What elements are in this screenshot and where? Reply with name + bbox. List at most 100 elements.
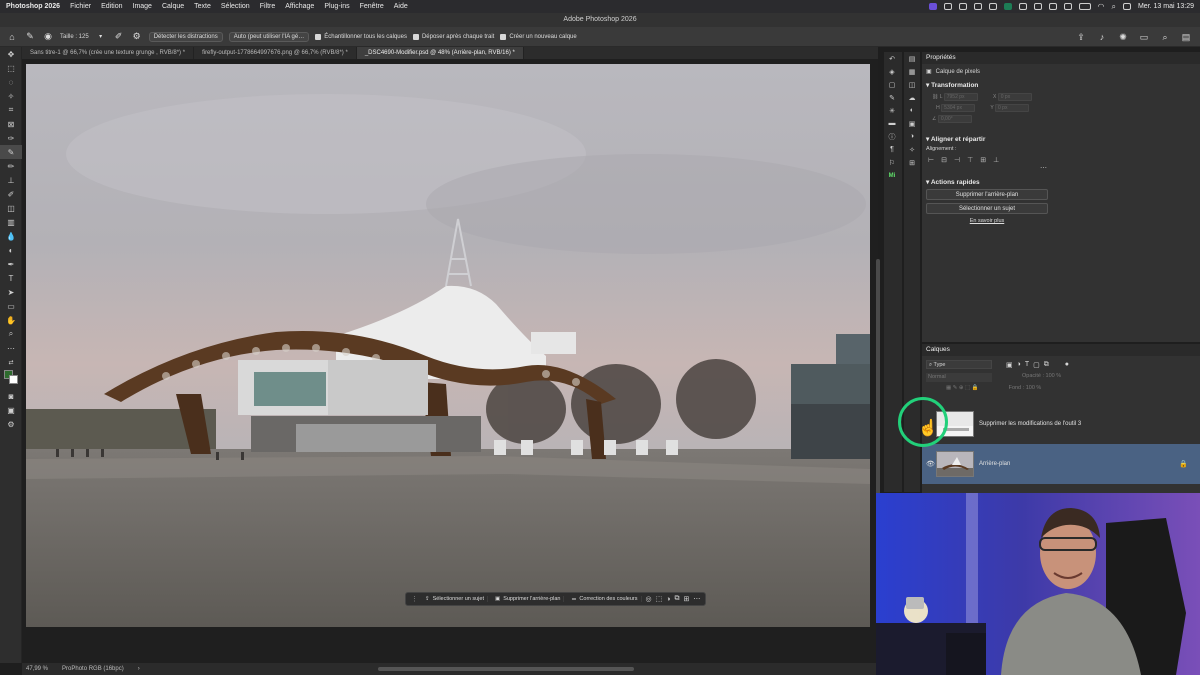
share-icon[interactable]: ⇪ xyxy=(1075,31,1087,43)
layer-name[interactable]: Supprimer les modifications de l'outil 3 xyxy=(979,421,1081,427)
layer-filter-select[interactable]: ⌕ Type xyxy=(926,360,992,369)
status-battery-icon[interactable] xyxy=(1078,3,1091,10)
status-search-icon[interactable]: ⌕ xyxy=(1111,2,1115,12)
adjustments-icon[interactable]: ◑ xyxy=(904,130,920,143)
channels-icon[interactable]: ▦ xyxy=(904,65,920,78)
select-subject-button[interactable]: ⇪ Sélectionner un sujet xyxy=(422,596,488,602)
status-bag-icon[interactable] xyxy=(988,3,997,10)
mask-icon[interactable]: ⬚ xyxy=(656,595,663,603)
menu-view[interactable]: Affichage xyxy=(285,3,314,10)
layer-icon[interactable]: ⧉ xyxy=(674,595,679,603)
gradient-tool-icon[interactable]: ▥ xyxy=(0,215,22,229)
align-top-icon[interactable]: ⊤ xyxy=(967,156,973,164)
document-image[interactable] xyxy=(26,64,870,627)
remove-tool-icon[interactable]: ✎ xyxy=(0,145,22,159)
dodge-tool-icon[interactable]: ◐ xyxy=(0,243,22,257)
tab-document-2[interactable]: firefly-output-1778664997676.png @ 66,7%… xyxy=(194,47,357,59)
chevron-down-icon[interactable]: ▾ xyxy=(95,31,107,43)
deposit-after-stroke-checkbox[interactable]: Déposer après chaque trait xyxy=(412,33,494,40)
quick-actions-section-title[interactable]: ▾ Actions rapides xyxy=(922,178,1200,186)
filter-smart-icon[interactable]: ⧉ xyxy=(1044,361,1049,369)
properties-panel-title[interactable]: Propriétés xyxy=(922,52,1200,64)
status-app-icon[interactable] xyxy=(928,3,937,10)
status-video-icon[interactable] xyxy=(1063,3,1072,10)
comments-icon[interactable]: ▢ xyxy=(884,78,900,91)
plugin-green-icon[interactable]: Mi xyxy=(884,169,900,182)
swap-colors-icon[interactable]: ⇄ xyxy=(0,355,22,369)
histogram-icon[interactable]: ▬ xyxy=(884,117,900,130)
layer-row-edits[interactable]: Supprimer les modifications de l'outil 3 xyxy=(922,404,1200,444)
remove-background-quick-button[interactable]: Supprimer l'arrière-plan xyxy=(926,189,1048,200)
swatches-icon[interactable]: ▣ xyxy=(904,117,920,130)
status-chart-icon[interactable] xyxy=(1018,3,1027,10)
chevron-right-icon[interactable]: › xyxy=(138,666,140,672)
align-hcenter-icon[interactable]: ⊟ xyxy=(941,156,947,164)
more-tools-icon[interactable]: ⋯ xyxy=(0,341,22,355)
brushes-icon[interactable]: ✎ xyxy=(884,91,900,104)
stamp-tool-icon[interactable]: ⊥ xyxy=(0,173,22,187)
menu-app[interactable]: Photoshop 2026 xyxy=(6,3,60,10)
shape-tool-icon[interactable]: ▭ xyxy=(0,299,22,313)
y-field[interactable]: 0 px xyxy=(995,104,1029,112)
tab-document-1[interactable]: Sans titre-1 @ 66,7% (crée une texture g… xyxy=(22,47,195,59)
align-vcenter-icon[interactable]: ⊞ xyxy=(980,156,986,164)
transform-icon[interactable]: ⊞ xyxy=(683,595,689,603)
tab-document-3[interactable]: _DSC4690-Modifier.psd @ 48% (Arrière-pla… xyxy=(356,47,524,59)
color-profile[interactable]: ProPhoto RGB (16bpc) xyxy=(62,666,124,672)
brush-preset-icon[interactable]: ◉ xyxy=(42,31,54,43)
status-control-icon[interactable] xyxy=(1122,3,1131,10)
info-icon[interactable]: ⓘ xyxy=(884,130,900,143)
zoom-level[interactable]: 47,99 % xyxy=(26,666,48,672)
layer-row-background[interactable]: 👁 Arrière-plan 🔒 xyxy=(922,444,1200,484)
path-select-icon[interactable]: ➤ xyxy=(0,285,22,299)
align-section-title[interactable]: ▾ Aligner et répartir xyxy=(922,135,1200,143)
workspace-icon[interactable]: ▭ xyxy=(1138,31,1150,43)
crop-tool-icon[interactable]: ⌗ xyxy=(0,103,22,117)
layers-panel-title[interactable]: Calques xyxy=(922,344,1200,356)
remove-background-button[interactable]: ▣ Supprimer l'arrière-plan xyxy=(492,596,565,602)
width-field[interactable]: 7952 px xyxy=(943,93,978,101)
home-icon[interactable]: ⌂ xyxy=(6,31,18,43)
select-subject-quick-button[interactable]: Sélectionner un sujet xyxy=(926,203,1048,214)
menu-plugins[interactable]: Plug-ins xyxy=(324,3,349,10)
opacity-field[interactable]: Opacité : 100 % xyxy=(1022,373,1061,382)
history-brush-icon[interactable]: ✐ xyxy=(0,187,22,201)
lightbulb-icon[interactable]: ✺ xyxy=(1117,31,1129,43)
move-tool-icon[interactable]: ✥ xyxy=(0,47,22,61)
new-layer-checkbox[interactable]: Créer un nouveau calque xyxy=(500,33,577,40)
status-grid-icon[interactable] xyxy=(1033,3,1042,10)
horizontal-scrollbar[interactable] xyxy=(378,667,634,671)
menu-help[interactable]: Aide xyxy=(394,3,408,10)
align-right-icon[interactable]: ⊣ xyxy=(954,156,960,164)
properties-icon[interactable]: ⊞ xyxy=(904,156,920,169)
brush-size-label[interactable]: Taille : 125 xyxy=(60,34,89,40)
brush-tool-icon[interactable]: ✎ xyxy=(24,31,36,43)
filter-adjust-icon[interactable]: ◑ xyxy=(1017,361,1021,368)
canvas-area[interactable]: ⋮ ⇪ Sélectionner un sujet ▣ Supprimer l'ar… xyxy=(22,59,878,663)
menu-select[interactable]: Sélection xyxy=(221,3,250,10)
adjust-dock-icon[interactable]: ⚐ xyxy=(884,156,900,169)
lasso-tool-icon[interactable]: ◌ xyxy=(0,75,22,89)
angle-field[interactable]: 0,00° xyxy=(937,115,972,123)
menu-window[interactable]: Fenêtre xyxy=(360,3,384,10)
text-tool-icon[interactable]: T xyxy=(0,271,22,285)
character-icon[interactable]: ¶ xyxy=(884,143,900,156)
marquee-tool-icon[interactable]: ⬚ xyxy=(0,61,22,75)
select-icon[interactable]: ◎ xyxy=(646,595,652,603)
filter-toggle-icon[interactable]: ● xyxy=(1065,361,1069,368)
zoom-tool-icon[interactable]: ⌕ xyxy=(0,327,22,341)
status-wifi-icon[interactable]: ◠ xyxy=(1098,2,1105,11)
status-play-icon[interactable] xyxy=(958,3,967,10)
quick-mask-icon[interactable]: ◙ xyxy=(0,389,22,403)
lock-icon[interactable]: 🔒 xyxy=(1179,460,1188,468)
menu-layer[interactable]: Calque xyxy=(162,3,184,10)
status-monitor-icon[interactable] xyxy=(973,3,982,10)
status-calendar-icon[interactable] xyxy=(1048,3,1057,10)
vertical-scrollbar[interactable] xyxy=(876,259,880,499)
pen-tool-icon[interactable]: ✒ xyxy=(0,257,22,271)
detect-distractions-button[interactable]: Détecter les distractions xyxy=(148,31,223,42)
more-options-icon[interactable]: ⋯ xyxy=(693,595,700,603)
quick-select-tool-icon[interactable]: ✧ xyxy=(0,89,22,103)
visibility-eye-icon[interactable]: 👁 xyxy=(926,460,935,468)
layer-name[interactable]: Arrière-plan xyxy=(979,461,1010,467)
